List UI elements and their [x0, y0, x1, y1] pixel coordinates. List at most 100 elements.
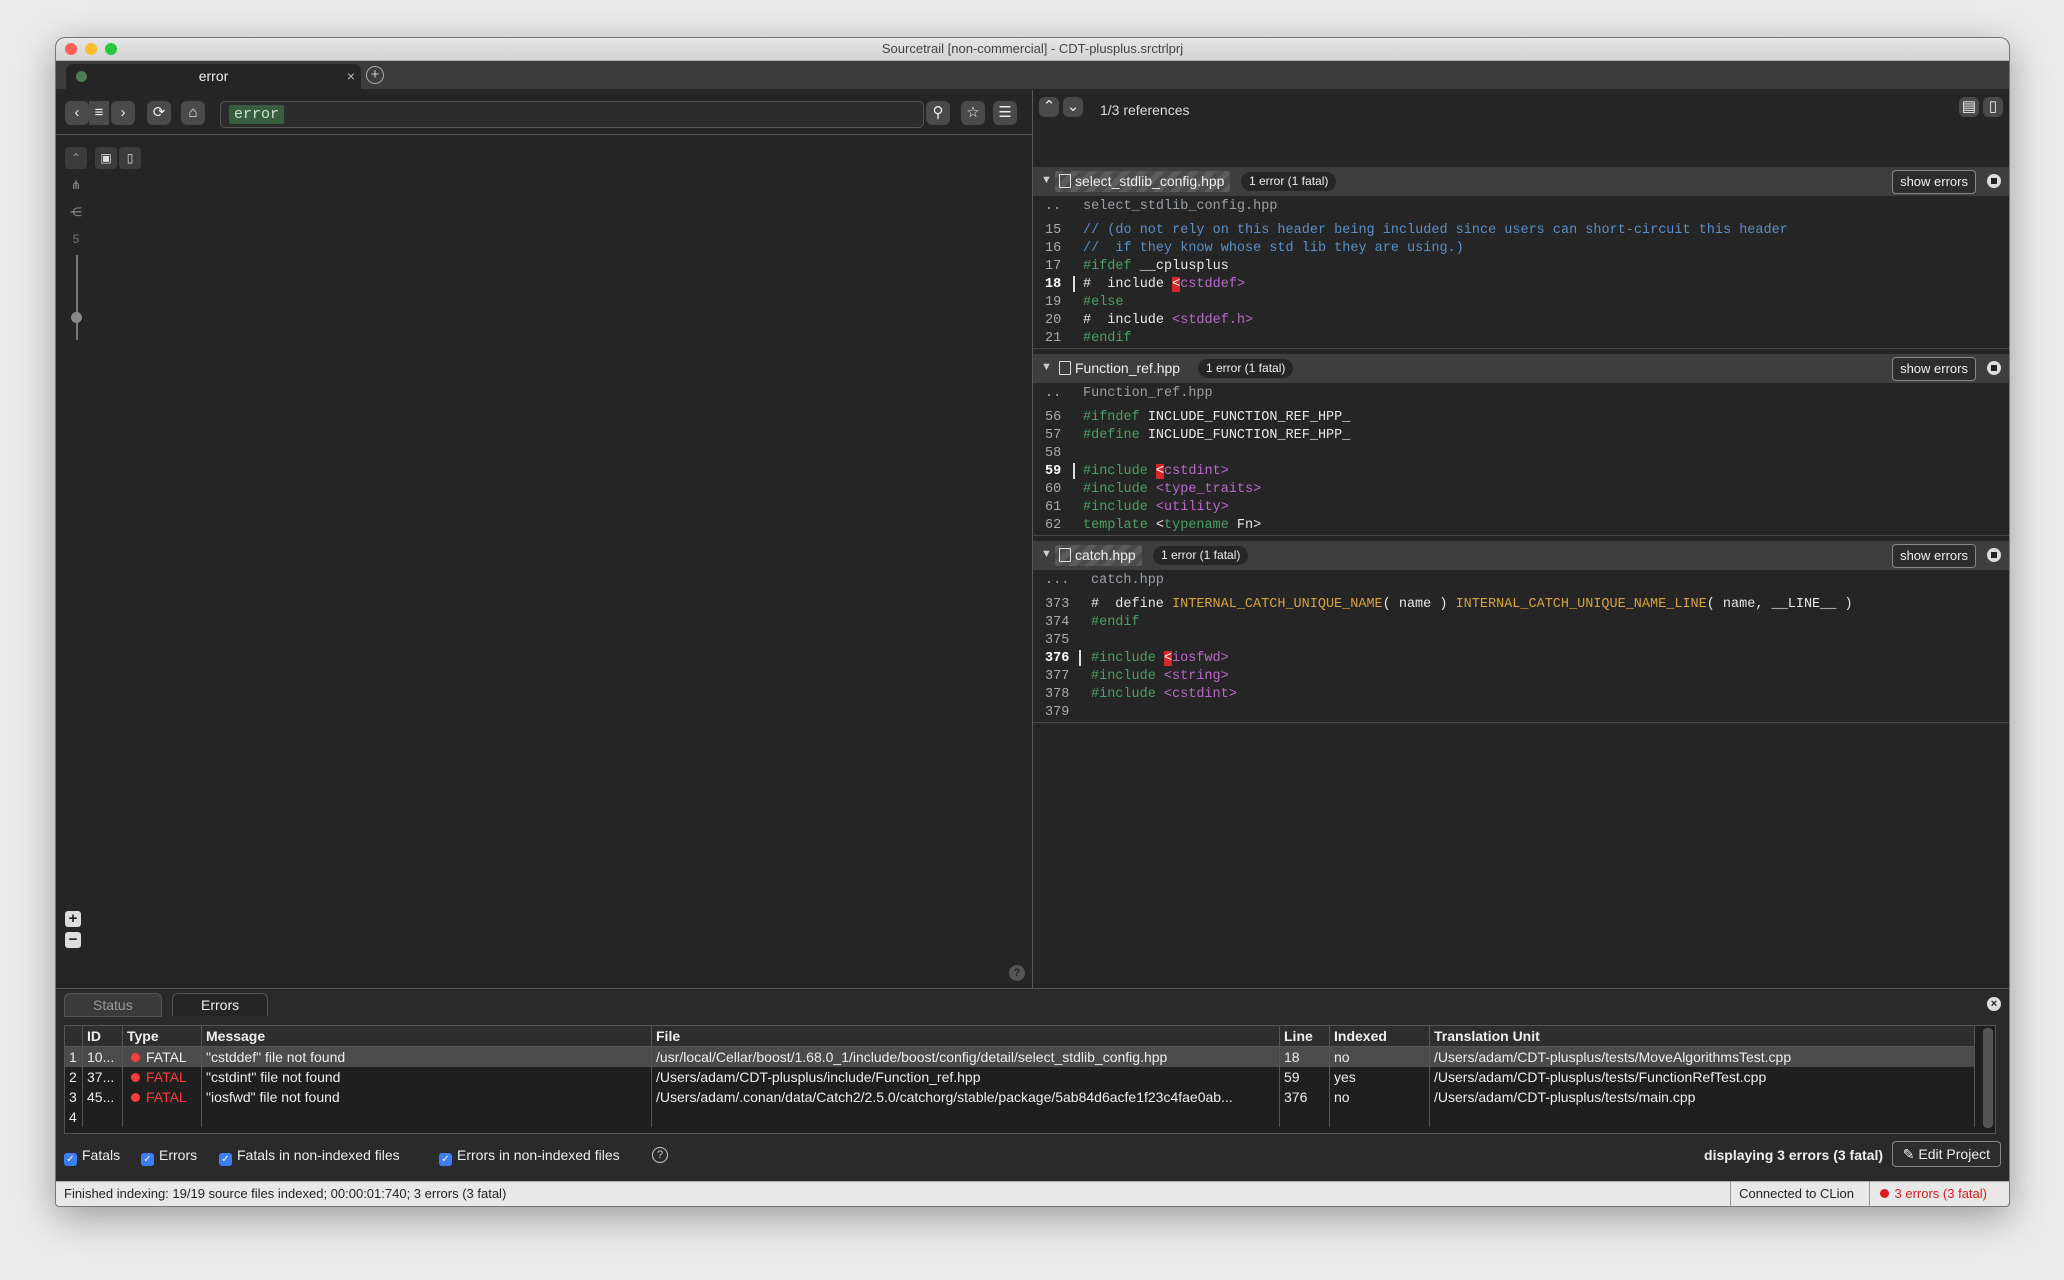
snippet-file-label: select_stdlib_config.hpp	[1075, 173, 1225, 189]
collapse-toolbar-icon[interactable]: ⌃	[65, 147, 87, 169]
snippet-file-name[interactable]: select_stdlib_config.hpp	[1055, 171, 1231, 192]
line-number: 60	[1045, 482, 1062, 497]
column-header-id[interactable]: ID	[83, 1026, 123, 1046]
refresh-button[interactable]: ⟳	[147, 101, 171, 125]
bookmarks-menu-icon[interactable]: ☰	[993, 101, 1017, 125]
collapse-triangle-icon[interactable]: ▼	[1041, 548, 1052, 560]
collapse-triangle-icon[interactable]: ▼	[1041, 361, 1052, 373]
snippet-file-name[interactable]: catch.hpp	[1055, 545, 1142, 566]
error-file: /Users/adam/CDT-plusplus/include/Functio…	[652, 1067, 1280, 1087]
table-row[interactable]: 4	[65, 1107, 1975, 1127]
close-window-button[interactable]	[65, 43, 77, 55]
search-icon[interactable]: ⚲	[926, 101, 950, 125]
help-icon[interactable]: ?	[1009, 965, 1025, 981]
back-button[interactable]: ‹	[65, 101, 89, 125]
error-message: "iosfwd" file not found	[202, 1087, 652, 1107]
error-translation-unit: /Users/adam/CDT-plusplus/tests/MoveAlgor…	[1430, 1047, 1975, 1067]
new-tab-button[interactable]: +	[366, 66, 384, 84]
edit-project-button[interactable]: ✎ Edit Project	[1891, 1141, 2001, 1167]
bookmark-icon[interactable]: ☆	[961, 101, 985, 125]
status-message[interactable]: Finished indexing: 19/19 source files in…	[64, 1182, 506, 1206]
depth-slider-handle[interactable]	[71, 312, 82, 323]
code-line: #include <string>	[1091, 669, 1229, 684]
code-line: #include <type_traits>	[1083, 482, 1262, 497]
filter-help-icon[interactable]: ?	[652, 1147, 668, 1163]
filter-fatals-checkbox[interactable]: ✓ Fatals	[64, 1147, 120, 1166]
file-icon	[1059, 548, 1071, 562]
error-filters: ✓ Fatals ✓ Errors ✓ Fatals in non-indexed f…	[64, 1141, 2001, 1169]
minimize-window-button[interactable]	[85, 43, 97, 55]
error-count-status[interactable]: 3 errors (3 fatal)	[1868, 1182, 1987, 1206]
collapse-triangle-icon[interactable]: ▼	[1041, 174, 1052, 186]
home-button[interactable]: ⌂	[181, 101, 205, 125]
code-line-error[interactable]: # include <cstddef>	[1083, 276, 1245, 294]
snippet-mode-icon[interactable]: ▤	[1959, 97, 1979, 117]
error-file	[652, 1107, 1280, 1127]
next-reference-icon[interactable]: ⌄	[1063, 97, 1083, 117]
error-line: 376	[1280, 1087, 1330, 1107]
error-badge: 1 error (1 fatal)	[1153, 546, 1249, 565]
error-line-marker	[1079, 650, 1081, 666]
table-row[interactable]: 3 45... FATAL "iosfwd" file not found /U…	[65, 1087, 1975, 1107]
single-file-mode-icon[interactable]: ▯	[1983, 97, 2003, 117]
close-panel-icon[interactable]: ×	[1987, 997, 2001, 1011]
error-indexed: no	[1330, 1047, 1430, 1067]
row-number: 1	[65, 1047, 83, 1067]
zoom-in-button[interactable]: +	[65, 911, 81, 927]
title-bar: Sourcetrail [non-commercial] - CDT-plusp…	[56, 38, 2009, 61]
column-header-file[interactable]: File	[652, 1026, 1280, 1046]
show-errors-button[interactable]: show errors	[1892, 357, 1976, 381]
code-line: #else	[1083, 295, 1124, 310]
code-title: Function_ref.hpp	[1083, 386, 1213, 401]
column-header-type[interactable]: Type	[123, 1026, 202, 1046]
previous-reference-icon[interactable]: ⌃	[1039, 97, 1059, 117]
share-graph-icon[interactable]: ⋲	[65, 201, 87, 223]
forward-button[interactable]: ›	[111, 101, 135, 125]
filter-fatals-non-indexed-checkbox[interactable]: ✓ Fatals in non-indexed files	[219, 1147, 400, 1166]
line-number: 376	[1045, 651, 1070, 666]
code-block[interactable]: ... catch.hpp 373 # define INTERNAL_CATCH_…	[1033, 570, 2009, 722]
graph-view[interactable]: ‹ ≡ › ⟳ ⌂ error ⚲ ☆ ☰ ⌃ ▣ ▯ ⋔ ⋲ 5 + − ?	[56, 90, 1033, 988]
code-block[interactable]: .. Function_ref.hpp 56 #ifndef INCLUDE_FUN…	[1033, 383, 2009, 535]
filter-errors-non-indexed-checkbox[interactable]: ✓ Errors in non-indexed files	[439, 1147, 620, 1166]
error-message: "cstddef" file not found	[202, 1047, 652, 1067]
column-header-message[interactable]: Message	[202, 1026, 652, 1046]
line-number: 373	[1045, 597, 1070, 612]
maximize-snippet-icon[interactable]	[1987, 174, 2001, 188]
column-header-line[interactable]: Line	[1280, 1026, 1330, 1046]
show-errors-button[interactable]: show errors	[1892, 170, 1976, 194]
graph-layout-icon[interactable]: ⋔	[65, 174, 87, 196]
line-number: 379	[1045, 705, 1070, 720]
line-number: 377	[1045, 669, 1070, 684]
code-block[interactable]: .. select_stdlib_config.hpp 15 // (do not …	[1033, 196, 2009, 348]
row-number: 2	[65, 1067, 83, 1087]
ellipsis: ..	[1045, 386, 1062, 401]
code-view-icon[interactable]: ▣	[95, 147, 117, 169]
maximize-snippet-icon[interactable]	[1987, 361, 2001, 375]
error-type: FATAL	[123, 1087, 202, 1107]
line-number: 20	[1045, 313, 1062, 328]
zoom-out-button[interactable]: −	[65, 932, 81, 948]
tab-errors[interactable]: Errors	[172, 993, 269, 1016]
depth-slider-track[interactable]	[76, 255, 78, 340]
code-line-error[interactable]: #include <cstdint>	[1083, 463, 1229, 481]
filter-errors-checkbox[interactable]: ✓ Errors	[141, 1147, 197, 1166]
table-row[interactable]: 2 37... FATAL "cstdint" file not found /…	[65, 1067, 1975, 1087]
show-errors-button[interactable]: show errors	[1892, 544, 1976, 568]
snippet-file-name[interactable]: Function_ref.hpp	[1055, 358, 1186, 379]
error-type: FATAL	[123, 1067, 202, 1087]
table-scrollbar[interactable]	[1983, 1028, 1993, 1128]
column-header-indexed[interactable]: Indexed	[1330, 1026, 1430, 1046]
close-tab-icon[interactable]: ×	[347, 64, 355, 89]
code-line-error[interactable]: #include <iosfwd>	[1091, 650, 1229, 668]
column-header-translation-unit[interactable]: Translation Unit	[1430, 1026, 1975, 1046]
tab-error[interactable]: error ×	[66, 64, 361, 89]
history-button[interactable]: ≡	[89, 101, 109, 125]
tab-status[interactable]: Status	[64, 993, 162, 1017]
search-token[interactable]: error	[229, 105, 285, 124]
file-icon[interactable]: ▯	[119, 147, 141, 169]
maximize-snippet-icon[interactable]	[1987, 548, 2001, 562]
table-row[interactable]: 1 10... FATAL "cstddef" file not found /…	[65, 1047, 1975, 1067]
search-input[interactable]: error	[220, 101, 924, 128]
maximize-window-button[interactable]	[105, 43, 117, 55]
